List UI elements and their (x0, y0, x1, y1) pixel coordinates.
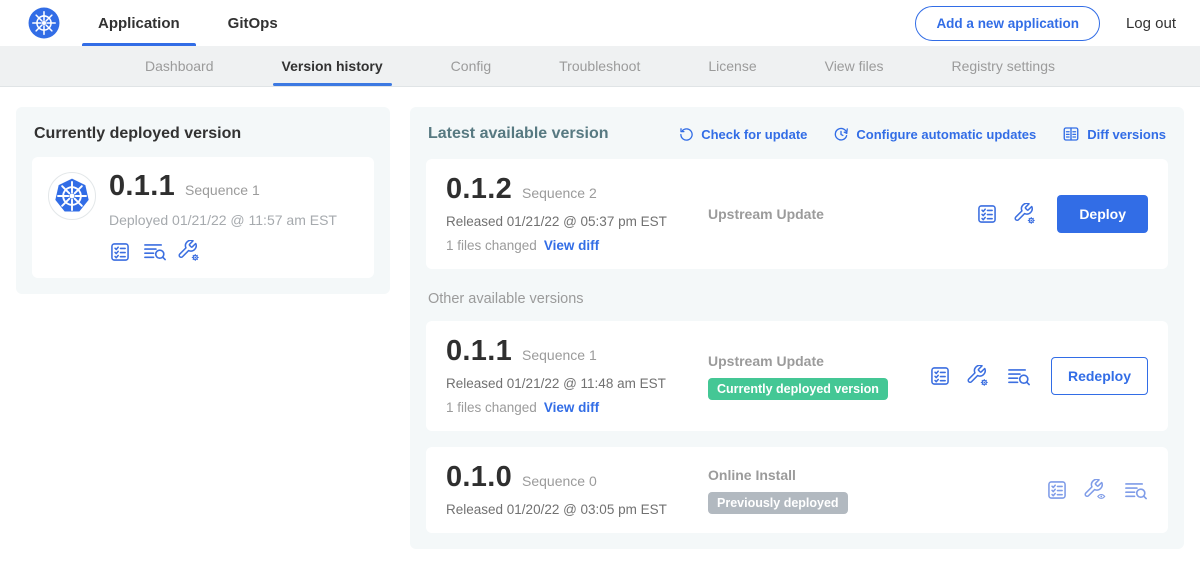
subtab-troubleshoot-label: Troubleshoot (559, 58, 640, 74)
released-timestamp: Released 01/21/22 @ 11:48 am EST (446, 376, 708, 391)
app-subnav: Dashboard Version history Config Trouble… (0, 46, 1200, 87)
files-changed-label: 1 files changed (446, 238, 537, 253)
other-available-versions-title: Other available versions (428, 291, 1166, 307)
kubernetes-logo-icon (28, 7, 60, 39)
edit-config-wrench-gear-icon[interactable] (967, 365, 990, 388)
subtab-registry-settings-label: Registry settings (952, 58, 1055, 74)
tab-gitops[interactable]: GitOps (226, 0, 280, 46)
redeploy-button[interactable]: Redeploy (1051, 357, 1148, 395)
released-timestamp: Released 01/21/22 @ 05:37 pm EST (446, 214, 708, 229)
version-info: 0.1.2 Sequence 2 Released 01/21/22 @ 05:… (446, 175, 708, 253)
refresh-icon (679, 127, 694, 142)
subtab-view-files-label: View files (825, 58, 884, 74)
preflight-checklist-icon[interactable] (109, 241, 131, 263)
subtab-dashboard[interactable]: Dashboard (142, 46, 217, 86)
sequence-label: Sequence 2 (522, 185, 597, 201)
deployed-timestamp: Deployed 01/21/22 @ 11:57 am EST (109, 212, 337, 228)
sequence-label: Sequence 1 (522, 347, 597, 363)
currently-deployed-badge: Currently deployed version (708, 378, 888, 400)
version-source: Upstream Update (708, 206, 976, 222)
view-diff-link[interactable]: View diff (544, 238, 599, 253)
configure-automatic-updates-label: Configure automatic updates (856, 127, 1036, 142)
version-number: 0.1.2 (446, 175, 512, 204)
files-changed-label: 1 files changed (446, 400, 537, 415)
deployed-sequence-label: Sequence 1 (185, 182, 260, 198)
version-info: 0.1.0 Sequence 0 Released 01/20/22 @ 03:… (446, 463, 708, 517)
tab-application[interactable]: Application (96, 0, 182, 46)
schedule-update-icon (833, 126, 849, 142)
version-card-actions: Redeploy (929, 357, 1148, 395)
subtab-dashboard-label: Dashboard (145, 58, 214, 74)
diff-icon (1062, 125, 1080, 143)
add-application-button[interactable]: Add a new application (915, 6, 1100, 41)
subtab-license[interactable]: License (705, 46, 759, 86)
tab-application-label: Application (98, 15, 180, 32)
source-label: Upstream Update (708, 353, 929, 369)
edit-config-wrench-gear-icon[interactable] (178, 240, 201, 263)
source-label: Upstream Update (708, 206, 976, 222)
source-label: Online Install (708, 467, 1046, 483)
version-number: 0.1.0 (446, 463, 512, 492)
diff-versions-link[interactable]: Diff versions (1062, 125, 1166, 143)
subtab-config-label: Config (451, 58, 491, 74)
preflight-checklist-icon[interactable] (1046, 479, 1068, 501)
subtab-registry-settings[interactable]: Registry settings (949, 46, 1058, 86)
preflight-checklist-icon[interactable] (929, 365, 951, 387)
view-diff-link[interactable]: View diff (544, 400, 599, 415)
released-timestamp: Released 01/20/22 @ 03:05 pm EST (446, 502, 708, 517)
version-number: 0.1.1 (446, 337, 512, 366)
primary-nav: Application GitOps (96, 0, 280, 46)
previously-deployed-badge: Previously deployed (708, 492, 848, 514)
deploy-button[interactable]: Deploy (1057, 195, 1148, 233)
deployed-version-info: 0.1.1 Sequence 1 Deployed 01/21/22 @ 11:… (109, 172, 337, 263)
deploy-logs-icon[interactable] (1006, 365, 1031, 388)
top-header: Application GitOps Add a new application… (0, 0, 1200, 46)
version-card-actions (1046, 479, 1148, 502)
sequence-label: Sequence 0 (522, 473, 597, 489)
deploy-logs-icon[interactable] (142, 240, 167, 263)
version-info: 0.1.1 Sequence 1 Released 01/21/22 @ 11:… (446, 337, 708, 415)
currently-deployed-panel: Currently deployed version 0.1.1 Sequenc… (16, 107, 390, 294)
subtab-view-files[interactable]: View files (822, 46, 887, 86)
tab-gitops-label: GitOps (228, 15, 278, 32)
view-config-wrench-eye-icon[interactable] (1084, 479, 1107, 502)
preflight-checklist-icon[interactable] (976, 203, 998, 225)
version-source: Upstream Update Currently deployed versi… (708, 353, 929, 400)
app-kubernetes-icon (48, 172, 96, 220)
deployed-version-card: 0.1.1 Sequence 1 Deployed 01/21/22 @ 11:… (32, 157, 374, 278)
version-actions: Check for update Configure automatic upd… (679, 125, 1166, 143)
subtab-version-history[interactable]: Version history (279, 46, 386, 86)
deployed-version-number: 0.1.1 (109, 172, 175, 201)
deploy-logs-icon[interactable] (1123, 479, 1148, 502)
version-card-0-1-0: 0.1.0 Sequence 0 Released 01/20/22 @ 03:… (426, 447, 1168, 533)
subtab-config[interactable]: Config (448, 46, 494, 86)
version-source: Online Install Previously deployed (708, 467, 1046, 514)
latest-available-header: Latest available version Check for updat… (428, 125, 1166, 143)
edit-config-wrench-gear-icon[interactable] (1014, 203, 1037, 226)
currently-deployed-title: Currently deployed version (34, 125, 372, 143)
check-for-update-link[interactable]: Check for update (679, 127, 807, 142)
configure-automatic-updates-link[interactable]: Configure automatic updates (833, 126, 1036, 142)
subtab-license-label: License (708, 58, 756, 74)
diff-versions-label: Diff versions (1087, 127, 1166, 142)
version-card-0-1-2: 0.1.2 Sequence 2 Released 01/21/22 @ 05:… (426, 159, 1168, 269)
deployed-version-actions (109, 240, 337, 263)
check-for-update-label: Check for update (701, 127, 807, 142)
subtab-troubleshoot[interactable]: Troubleshoot (556, 46, 643, 86)
logout-link[interactable]: Log out (1126, 15, 1176, 32)
header-right: Add a new application Log out (915, 6, 1176, 41)
version-card-actions: Deploy (976, 195, 1148, 233)
version-card-0-1-1: 0.1.1 Sequence 1 Released 01/21/22 @ 11:… (426, 321, 1168, 431)
version-history-panel: Latest available version Check for updat… (410, 107, 1184, 549)
subtab-version-history-label: Version history (282, 58, 383, 74)
latest-available-title: Latest available version (428, 125, 609, 143)
main-content: Currently deployed version 0.1.1 Sequenc… (0, 87, 1200, 564)
